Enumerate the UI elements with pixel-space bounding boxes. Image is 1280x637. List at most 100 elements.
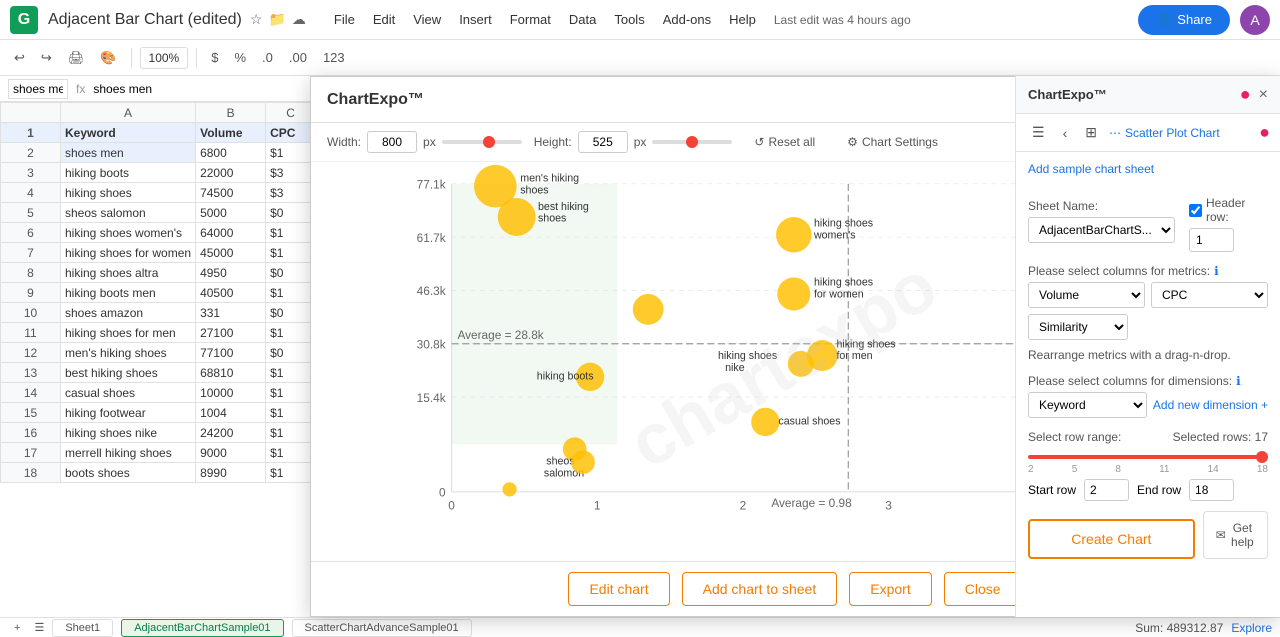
paint-format-button[interactable]: 🎨 <box>94 46 122 70</box>
zoom-button[interactable]: 100% <box>140 47 189 69</box>
menu-format[interactable]: Format <box>502 8 559 31</box>
cell-cpc[interactable]: $0 <box>266 203 316 223</box>
start-row-input[interactable] <box>1084 479 1129 501</box>
panel-back-button[interactable]: ‹ <box>1057 121 1074 145</box>
cell-keyword[interactable]: hiking shoes altra <box>61 263 196 283</box>
cell-keyword[interactable]: hiking boots <box>61 163 196 183</box>
cell-cpc[interactable]: $0 <box>266 263 316 283</box>
list-sheets-icon[interactable]: ☰ <box>34 621 44 634</box>
end-row-input[interactable] <box>1189 479 1234 501</box>
cell-a1[interactable]: Keyword <box>61 123 196 143</box>
undo-button[interactable]: ↩ <box>8 46 31 70</box>
cell-cpc[interactable]: $1 <box>266 243 316 263</box>
create-chart-button[interactable]: Create Chart <box>1028 519 1195 559</box>
cell-cpc[interactable]: $1 <box>266 223 316 243</box>
panel-grid-button[interactable]: ⊞ <box>1079 120 1103 145</box>
cell-cpc[interactable]: $1 <box>266 423 316 443</box>
cell-volume[interactable]: 27100 <box>196 323 266 343</box>
cell-cpc[interactable]: $1 <box>266 283 316 303</box>
format-123-button[interactable]: 123 <box>317 46 351 69</box>
width-slider[interactable] <box>442 140 522 144</box>
col-a-header[interactable]: A <box>61 103 196 123</box>
metric-select-2[interactable]: CPC <box>1151 282 1268 308</box>
redo-button[interactable]: ↪ <box>35 46 58 70</box>
cell-keyword[interactable]: men's hiking shoes <box>61 343 196 363</box>
cell-volume[interactable]: 331 <box>196 303 266 323</box>
header-row-input[interactable] <box>1189 228 1234 252</box>
cell-ref-input[interactable] <box>8 79 68 99</box>
menu-data[interactable]: Data <box>561 8 604 31</box>
cell-cpc[interactable]: $1 <box>266 443 316 463</box>
cell-volume[interactable]: 74500 <box>196 183 266 203</box>
col-b-header[interactable]: B <box>196 103 266 123</box>
metrics-info-icon[interactable]: ℹ <box>1214 264 1219 278</box>
add-dimension-button[interactable]: Add new dimension + <box>1153 398 1268 412</box>
print-button[interactable]: 🖨 <box>62 46 91 70</box>
cell-keyword[interactable]: hiking shoes nike <box>61 423 196 443</box>
reset-button[interactable]: ↺ Reset all <box>744 131 825 153</box>
percent-button[interactable]: % <box>228 46 252 69</box>
cloud-icon[interactable]: ☁ <box>292 11 306 28</box>
metric-select-1[interactable]: Volume <box>1028 282 1145 308</box>
cell-volume[interactable]: 1004 <box>196 403 266 423</box>
cell-keyword[interactable]: boots shoes <box>61 463 196 483</box>
header-row-checkbox[interactable] <box>1189 204 1202 217</box>
height-slider[interactable] <box>652 140 732 144</box>
cell-cpc[interactable]: $1 <box>266 143 316 163</box>
decimal-dec-button[interactable]: .0 <box>256 46 279 69</box>
cell-volume[interactable]: 5000 <box>196 203 266 223</box>
get-help-button[interactable]: ✉ Get help <box>1203 511 1268 559</box>
cell-volume[interactable]: 22000 <box>196 163 266 183</box>
add-sheet-button[interactable]: + <box>8 620 26 636</box>
cell-volume[interactable]: 45000 <box>196 243 266 263</box>
cell-keyword[interactable]: casual shoes <box>61 383 196 403</box>
cell-b1[interactable]: Volume <box>196 123 266 143</box>
cell-keyword[interactable]: hiking shoes women's <box>61 223 196 243</box>
cell-keyword[interactable]: hiking boots men <box>61 283 196 303</box>
cell-cpc[interactable]: $3 <box>266 183 316 203</box>
close-chart-button[interactable]: Close <box>944 572 1022 606</box>
metric-select-3[interactable]: Similarity <box>1028 314 1128 340</box>
cell-cpc[interactable]: $1 <box>266 403 316 423</box>
sheet-tab-1[interactable]: Sheet1 <box>52 619 113 637</box>
menu-view[interactable]: View <box>405 8 449 31</box>
cell-keyword[interactable]: shoes amazon <box>61 303 196 323</box>
menu-insert[interactable]: Insert <box>451 8 500 31</box>
cell-volume[interactable]: 77100 <box>196 343 266 363</box>
menu-help[interactable]: Help <box>721 8 764 31</box>
edit-chart-button[interactable]: Edit chart <box>568 572 669 606</box>
panel-menu-button[interactable]: ☰ <box>1026 120 1051 145</box>
share-button[interactable]: 👤 Share <box>1138 5 1230 35</box>
dimensions-info-icon[interactable]: ℹ <box>1236 374 1241 388</box>
folder-icon[interactable]: 📁 <box>268 11 285 28</box>
cell-keyword[interactable]: hiking shoes <box>61 183 196 203</box>
panel-close-button[interactable]: × <box>1259 86 1268 104</box>
cell-volume[interactable]: 4950 <box>196 263 266 283</box>
cell-cpc[interactable]: $1 <box>266 363 316 383</box>
dimension-select-1[interactable]: Keyword <box>1028 392 1147 418</box>
menu-tools[interactable]: Tools <box>606 8 652 31</box>
cell-volume[interactable]: 24200 <box>196 423 266 443</box>
chart-settings-button[interactable]: ⚙ Chart Settings <box>837 131 948 153</box>
cell-keyword[interactable]: merrell hiking shoes <box>61 443 196 463</box>
cell-volume[interactable]: 40500 <box>196 283 266 303</box>
cell-keyword[interactable]: hiking footwear <box>61 403 196 423</box>
cell-volume[interactable]: 6800 <box>196 143 266 163</box>
menu-addons[interactable]: Add-ons <box>655 8 719 31</box>
cell-keyword[interactable]: hiking shoes for men <box>61 323 196 343</box>
cell-volume[interactable]: 68810 <box>196 363 266 383</box>
cell-volume[interactable]: 9000 <box>196 443 266 463</box>
sheet-tab-scatter[interactable]: ScatterChartAdvanceSample01 <box>292 619 472 637</box>
col-c-header[interactable]: C <box>266 103 316 123</box>
cell-keyword[interactable]: shoes men <box>61 143 196 163</box>
decimal-inc-button[interactable]: .00 <box>283 46 313 69</box>
cell-volume[interactable]: 10000 <box>196 383 266 403</box>
cell-keyword[interactable]: sheos salomon <box>61 203 196 223</box>
menu-edit[interactable]: Edit <box>365 8 403 31</box>
cell-keyword[interactable]: hiking shoes for women <box>61 243 196 263</box>
export-button[interactable]: Export <box>849 572 931 606</box>
cell-c1[interactable]: CPC <box>266 123 316 143</box>
row-range-slider[interactable] <box>1028 455 1268 459</box>
explore-button[interactable]: Explore <box>1231 621 1272 635</box>
cell-volume[interactable]: 8990 <box>196 463 266 483</box>
